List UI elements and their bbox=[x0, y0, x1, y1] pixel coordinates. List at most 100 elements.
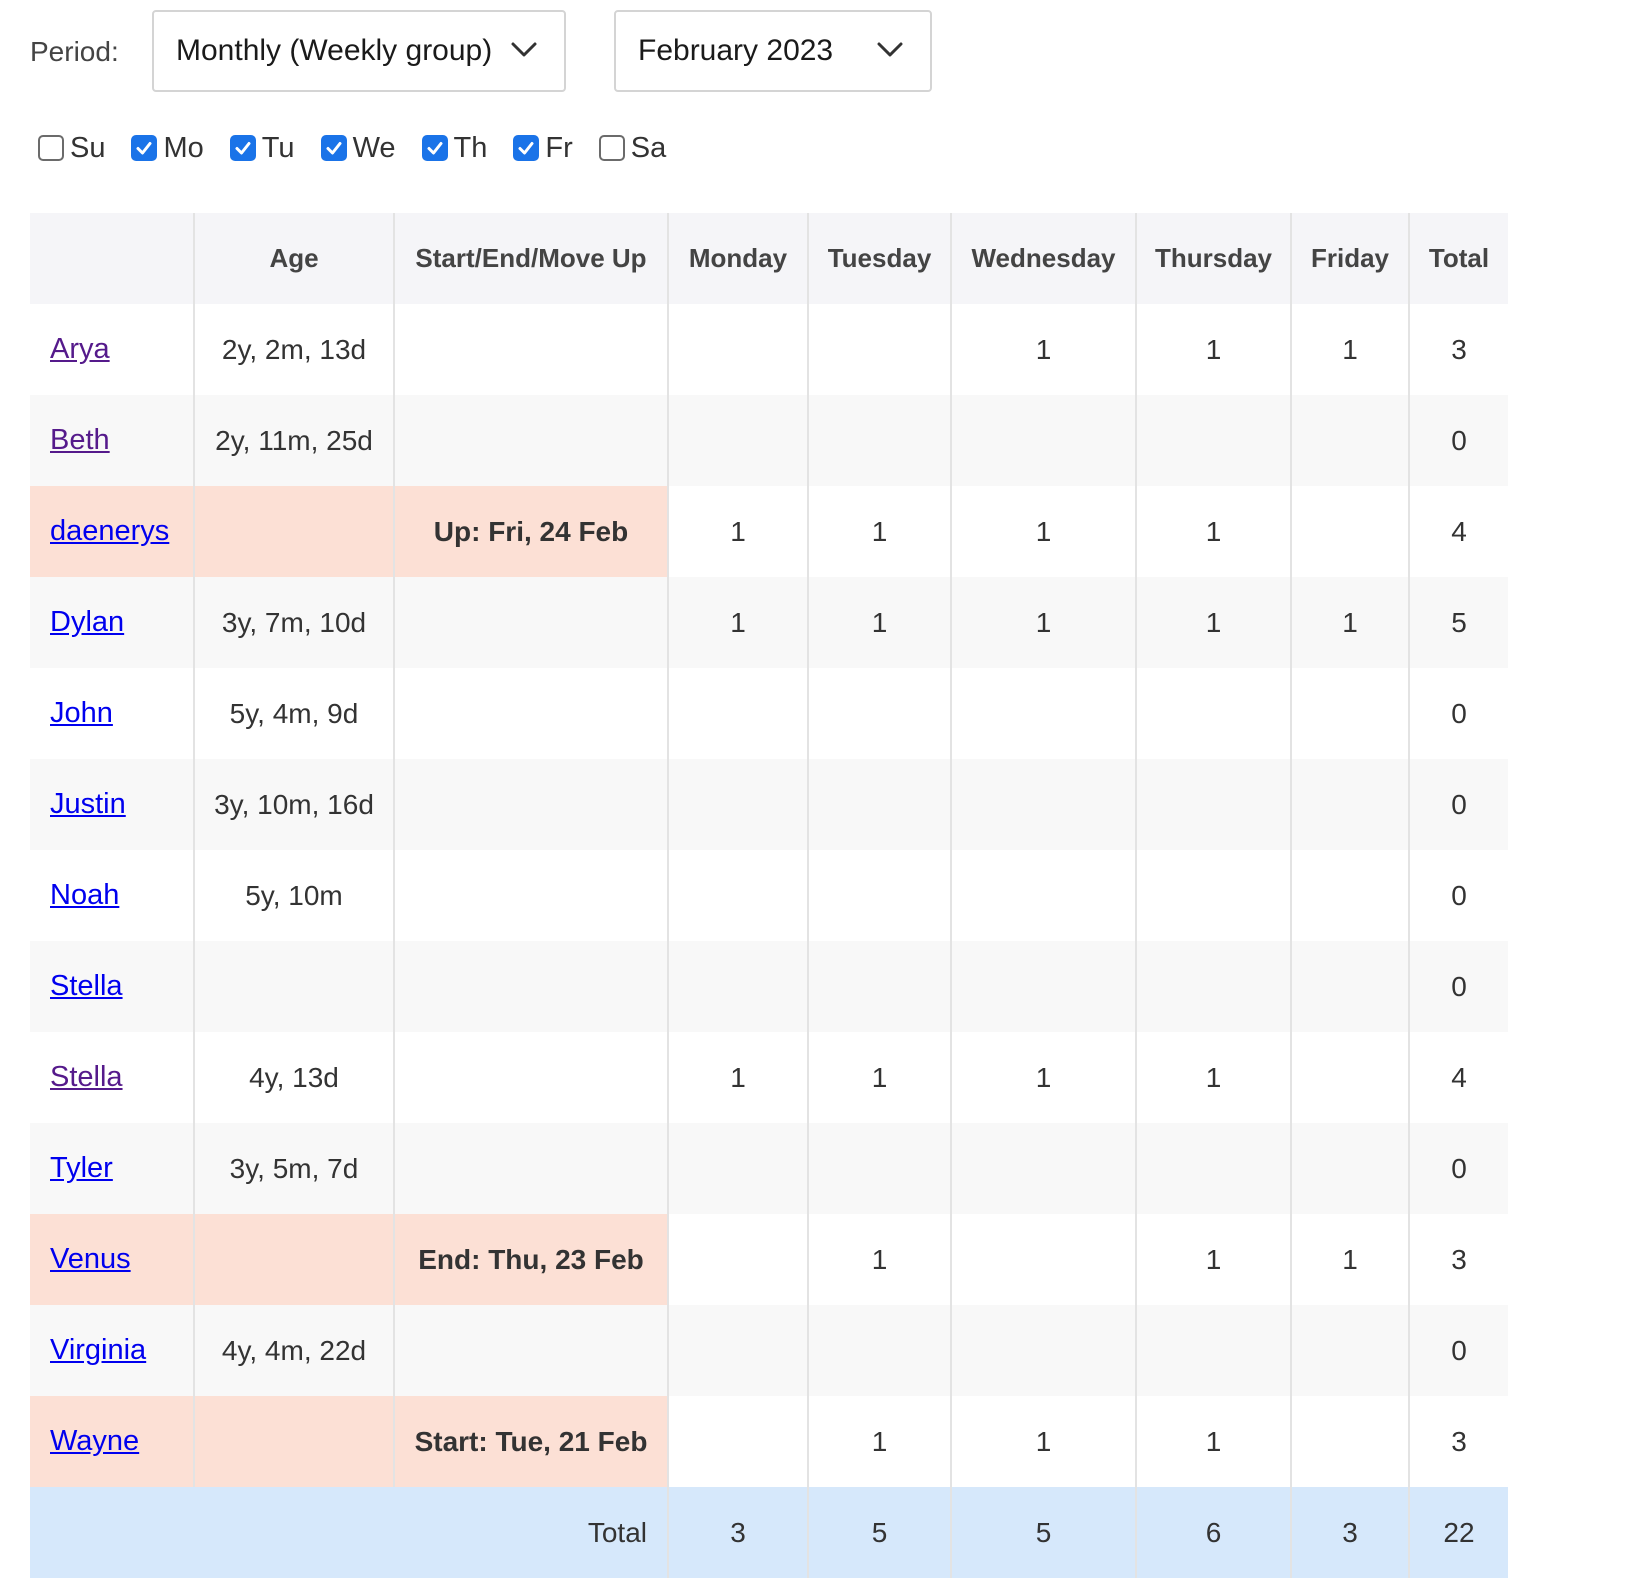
child-name-link[interactable]: Noah bbox=[50, 879, 119, 911]
total-thursday: 6 bbox=[1135, 1487, 1291, 1578]
checkbox-unchecked[interactable] bbox=[598, 135, 625, 161]
child-name-link[interactable]: Stella bbox=[50, 1061, 123, 1093]
child-name-cell: Venus bbox=[30, 1214, 194, 1305]
chevron-down-icon bbox=[877, 42, 903, 57]
child-name-link[interactable]: Stella bbox=[50, 970, 123, 1002]
child-name-cell: Arya bbox=[30, 304, 194, 395]
child-name-link[interactable]: Virginia bbox=[50, 1334, 146, 1366]
wednesday-cell: 1 bbox=[950, 1396, 1136, 1487]
friday-cell bbox=[1290, 1032, 1409, 1123]
wednesday-cell: 1 bbox=[950, 304, 1136, 395]
checkbox-checked[interactable] bbox=[513, 135, 540, 161]
wednesday-cell bbox=[950, 941, 1136, 1032]
row-total-cell: 0 bbox=[1408, 395, 1508, 486]
wednesday-cell: 1 bbox=[950, 486, 1136, 577]
thursday-cell: 1 bbox=[1135, 577, 1291, 668]
checkbox-checked[interactable] bbox=[131, 135, 158, 161]
thursday-cell bbox=[1135, 850, 1291, 941]
event-cell bbox=[393, 1123, 668, 1214]
wednesday-cell bbox=[950, 1305, 1136, 1396]
checkbox-checked[interactable] bbox=[229, 135, 256, 161]
column-header-tuesday: Tuesday bbox=[807, 213, 951, 304]
thursday-cell bbox=[1135, 668, 1291, 759]
row-total-cell: 0 bbox=[1408, 1305, 1508, 1396]
day-option-mo[interactable]: Mo bbox=[131, 131, 204, 165]
monday-cell bbox=[667, 850, 808, 941]
child-name-cell: Stella bbox=[30, 941, 194, 1032]
day-option-su[interactable]: Su bbox=[38, 132, 105, 165]
checkbox-checked[interactable] bbox=[421, 135, 448, 161]
monday-cell bbox=[667, 304, 808, 395]
age-cell bbox=[193, 1396, 394, 1487]
period-label: Period: bbox=[30, 36, 119, 67]
friday-cell bbox=[1290, 395, 1409, 486]
child-name-link[interactable]: Beth bbox=[50, 424, 110, 456]
tuesday-cell bbox=[807, 759, 951, 850]
child-name-cell: Beth bbox=[30, 395, 194, 486]
column-header-total: Total bbox=[1408, 213, 1508, 304]
friday-cell: 1 bbox=[1290, 1214, 1409, 1305]
month-select[interactable]: February 2023 bbox=[614, 10, 932, 92]
tuesday-cell bbox=[807, 941, 951, 1032]
child-name-cell: Virginia bbox=[30, 1305, 194, 1396]
child-name-link[interactable]: John bbox=[50, 697, 113, 729]
monday-cell bbox=[667, 941, 808, 1032]
day-option-tu[interactable]: Tu bbox=[229, 132, 295, 165]
row-total-cell: 0 bbox=[1408, 850, 1508, 941]
day-option-we[interactable]: We bbox=[320, 131, 396, 165]
checkbox-unchecked[interactable] bbox=[38, 135, 64, 161]
day-label: Sa bbox=[630, 131, 667, 164]
day-option-th[interactable]: Th bbox=[421, 132, 487, 165]
friday-cell: 1 bbox=[1290, 577, 1409, 668]
child-name-link[interactable]: Venus bbox=[50, 1243, 131, 1275]
wednesday-cell bbox=[950, 1123, 1136, 1214]
age-cell: 3y, 7m, 10d bbox=[193, 577, 394, 668]
column-header-thursday: Thursday bbox=[1135, 213, 1291, 304]
child-name-link[interactable]: Tyler bbox=[50, 1152, 113, 1184]
child-name-link[interactable]: Wayne bbox=[50, 1425, 139, 1457]
row-total-cell: 3 bbox=[1408, 304, 1508, 395]
thursday-cell: 1 bbox=[1135, 304, 1291, 395]
total-tuesday: 5 bbox=[807, 1487, 951, 1578]
table-row: Noah 5y, 10m 0 bbox=[30, 850, 1508, 941]
child-name-cell: Noah bbox=[30, 850, 194, 941]
tuesday-cell bbox=[807, 304, 951, 395]
child-name-cell: Justin bbox=[30, 759, 194, 850]
period-select[interactable]: Monthly (Weekly group) bbox=[152, 10, 566, 92]
table-header-row: Age Start/End/Move Up Monday Tuesday Wed… bbox=[30, 213, 1508, 304]
checkbox-checked[interactable] bbox=[320, 135, 347, 161]
monday-cell bbox=[667, 1305, 808, 1396]
event-cell bbox=[393, 1305, 668, 1396]
month-select-value: February 2023 bbox=[638, 34, 834, 67]
thursday-cell: 1 bbox=[1135, 1032, 1291, 1123]
child-name-link[interactable]: Dylan bbox=[50, 606, 124, 638]
checkmark-icon bbox=[427, 142, 443, 155]
day-label: We bbox=[352, 131, 396, 164]
child-name-link[interactable]: Arya bbox=[50, 333, 110, 365]
thursday-cell bbox=[1135, 395, 1291, 486]
thursday-cell bbox=[1135, 941, 1291, 1032]
table-row: John 5y, 4m, 9d 0 bbox=[30, 668, 1508, 759]
monday-cell bbox=[667, 1214, 808, 1305]
monday-cell: 1 bbox=[667, 486, 808, 577]
event-cell bbox=[393, 941, 668, 1032]
checkmark-icon bbox=[326, 142, 342, 155]
tuesday-cell bbox=[807, 1305, 951, 1396]
child-name-link[interactable]: Justin bbox=[50, 788, 126, 820]
table-row: Stella 4y, 13d 1 1 1 1 4 bbox=[30, 1032, 1508, 1123]
thursday-cell: 1 bbox=[1135, 486, 1291, 577]
tuesday-cell: 1 bbox=[807, 1032, 951, 1123]
table-row: Stella 0 bbox=[30, 941, 1508, 1032]
chevron-down-icon bbox=[511, 42, 537, 57]
day-label: Mo bbox=[163, 131, 204, 164]
thursday-cell bbox=[1135, 759, 1291, 850]
day-option-sa[interactable]: Sa bbox=[598, 131, 667, 165]
monday-cell: 1 bbox=[667, 577, 808, 668]
row-total-cell: 0 bbox=[1408, 941, 1508, 1032]
day-option-fr[interactable]: Fr bbox=[513, 131, 573, 165]
day-label: Fr bbox=[545, 131, 573, 164]
child-name-link[interactable]: daenerys bbox=[50, 515, 169, 547]
table-row: daenerys Up: Fri, 24 Feb 1 1 1 1 4 bbox=[30, 486, 1508, 577]
table-row: Dylan 3y, 7m, 10d 1 1 1 1 1 5 bbox=[30, 577, 1508, 668]
column-header-event: Start/End/Move Up bbox=[393, 213, 668, 304]
